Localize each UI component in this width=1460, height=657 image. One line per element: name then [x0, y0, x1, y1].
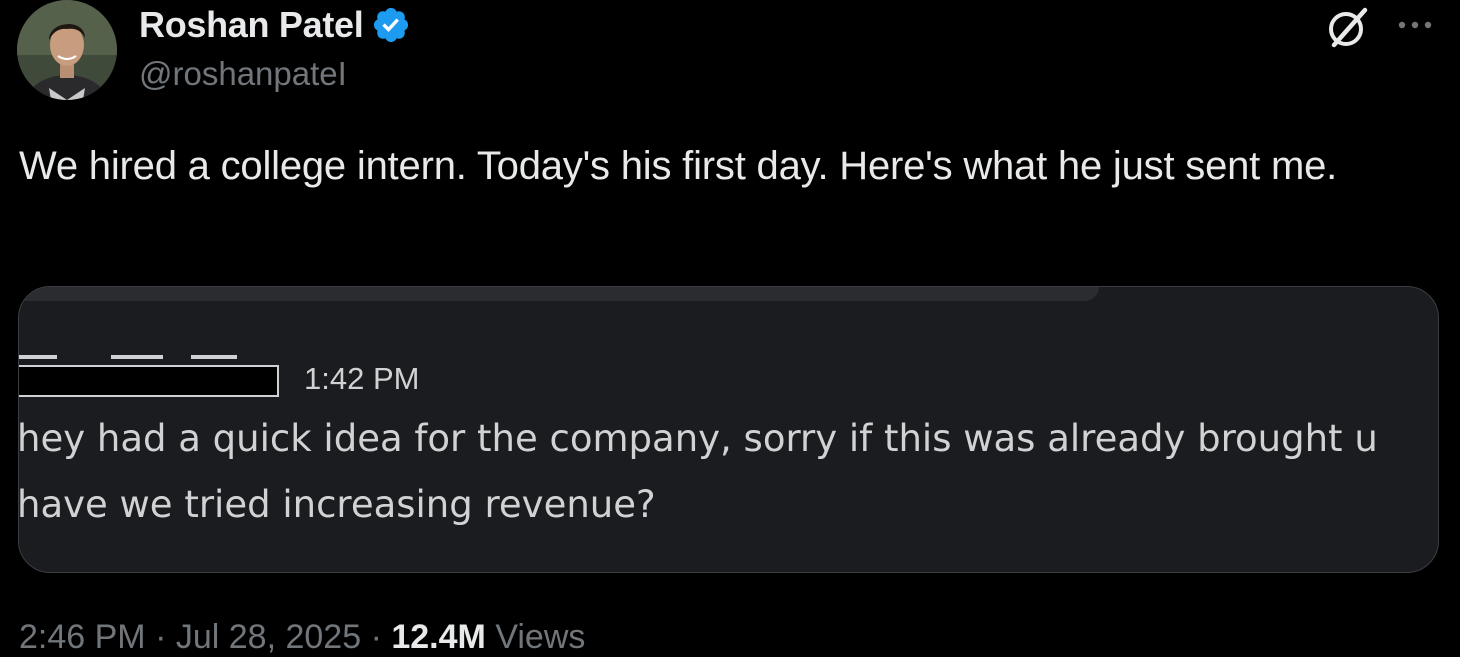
meta-separator: ·	[370, 618, 382, 656]
verified-badge-icon[interactable]	[371, 5, 411, 45]
redacted-sender-name	[19, 365, 279, 397]
message-timestamp: 1:42 PM	[304, 361, 420, 396]
author-handle[interactable]: @roshanpateI	[139, 55, 347, 93]
tweet-time: 2:46 PM	[19, 618, 146, 656]
grok-icon[interactable]	[1325, 5, 1371, 51]
avatar[interactable]	[17, 0, 117, 100]
screenshot-top-edge	[19, 287, 1099, 301]
message-text-line-1: hey had a quick idea for the company, so…	[18, 417, 1378, 460]
redacted-name-remnant	[19, 355, 269, 361]
views-label: Views	[495, 618, 586, 656]
message-text-line-2: have we tried increasing revenue?	[18, 483, 656, 526]
views-count: 12.4M	[391, 618, 486, 656]
author-display-name[interactable]: Roshan Patel	[139, 4, 364, 46]
avatar-photo-icon	[17, 0, 117, 100]
author-name-row[interactable]: Roshan Patel	[139, 2, 411, 48]
tweet-media-image[interactable]: 1:42 PM hey had a quick idea for the com…	[18, 286, 1439, 573]
tweet-metadata: 2:46 PM · Jul 28, 2025 · 12.4M Views	[19, 618, 585, 657]
views-link[interactable]: 12.4M Views	[391, 618, 585, 656]
more-horizontal-icon[interactable]	[1394, 8, 1440, 42]
meta-separator: ·	[155, 618, 167, 656]
tweet-date: Jul 28, 2025	[175, 618, 362, 656]
tweet-text: We hired a college intern. Today's his f…	[19, 144, 1338, 188]
tweet-timestamp-link[interactable]: 2:46 PM · Jul 28, 2025	[19, 618, 361, 656]
